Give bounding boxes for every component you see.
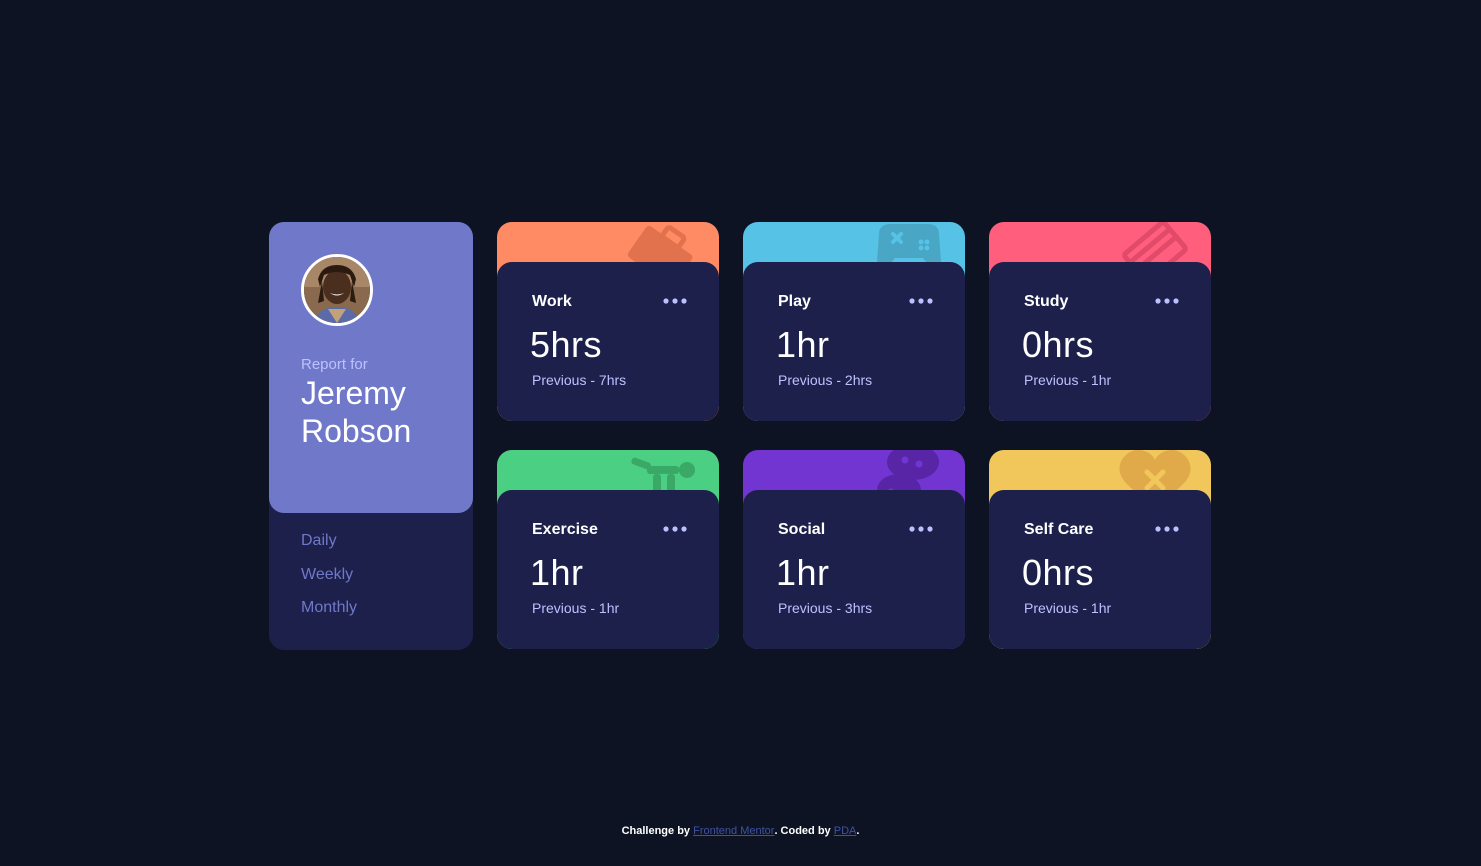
card-title: Social	[778, 521, 826, 538]
card-title: Study	[1024, 293, 1069, 310]
activity-card-exercise: Exercise 1hr Previous - 1hr	[497, 450, 719, 649]
activity-card-body: Social 1hr Previous - 3hrs	[743, 490, 965, 649]
period-monthly[interactable]: Monthly	[301, 599, 357, 617]
avatar	[301, 254, 373, 326]
coded-by-text: . Coded by	[774, 825, 831, 837]
current-hours: 5hrs	[530, 324, 603, 365]
author-link[interactable]: PDA	[834, 825, 857, 837]
previous-hours: Previous - 1hr	[532, 600, 620, 616]
current-hours: 1hr	[776, 552, 830, 593]
current-hours: 0hrs	[1022, 552, 1095, 593]
period-daily[interactable]: Daily	[301, 532, 337, 550]
period-weekly[interactable]: Weekly	[301, 566, 353, 584]
previous-hours: Previous - 2hrs	[778, 372, 873, 388]
activity-card-body: Play 1hr Previous - 2hrs	[743, 262, 965, 421]
previous-hours: Previous - 7hrs	[532, 372, 627, 388]
card-title: Self Care	[1024, 521, 1094, 538]
activity-card-body: Work 5hrs Previous - 7hrs	[497, 262, 719, 421]
frontend-mentor-link[interactable]: Frontend Mentor	[693, 825, 774, 837]
report-for-label: Report for	[301, 356, 368, 373]
ellipsis-icon[interactable]	[909, 298, 933, 304]
card-title: Work	[532, 293, 572, 310]
footer-end: .	[856, 825, 860, 837]
current-hours: 1hr	[776, 324, 830, 365]
attribution-footer: Challenge by Frontend Mentor. Coded by P…	[0, 825, 1481, 837]
previous-hours: Previous - 1hr	[1024, 600, 1112, 616]
current-hours: 0hrs	[1022, 324, 1095, 365]
avatar-photo	[304, 257, 370, 323]
user-name: Jeremy Robson	[301, 375, 412, 449]
ellipsis-icon[interactable]	[1155, 298, 1179, 304]
previous-hours: Previous - 1hr	[1024, 372, 1112, 388]
profile-card: Report for Jeremy Robson Daily Weekly Mo…	[269, 222, 473, 650]
time-tracking-dashboard: Report for Jeremy Robson Daily Weekly Mo…	[269, 222, 1211, 650]
activity-card-work: Work 5hrs Previous - 7hrs	[497, 222, 719, 421]
challenge-by-text: Challenge by	[621, 825, 691, 837]
card-title: Exercise	[532, 521, 598, 538]
activity-card-social: Social 1hr Previous - 3hrs	[743, 450, 965, 649]
ellipsis-icon[interactable]	[663, 298, 687, 304]
activity-card-body: Exercise 1hr Previous - 1hr	[497, 490, 719, 649]
ellipsis-icon[interactable]	[909, 526, 933, 532]
activity-card-play: Play 1hr Previous - 2hrs	[743, 222, 965, 421]
ellipsis-icon[interactable]	[1155, 526, 1179, 532]
previous-hours: Previous - 3hrs	[778, 600, 873, 616]
profile-header: Report for Jeremy Robson	[269, 222, 473, 513]
ellipsis-icon[interactable]	[663, 526, 687, 532]
activity-card-study: Study 0hrs Previous - 1hr	[989, 222, 1211, 421]
activity-card-body: Study 0hrs Previous - 1hr	[989, 262, 1211, 421]
current-hours: 1hr	[530, 552, 584, 593]
card-title: Play	[778, 293, 811, 310]
activity-card-self-care: Self Care 0hrs Previous - 1hr	[989, 450, 1211, 649]
activity-card-body: Self Care 0hrs Previous - 1hr	[989, 490, 1211, 649]
